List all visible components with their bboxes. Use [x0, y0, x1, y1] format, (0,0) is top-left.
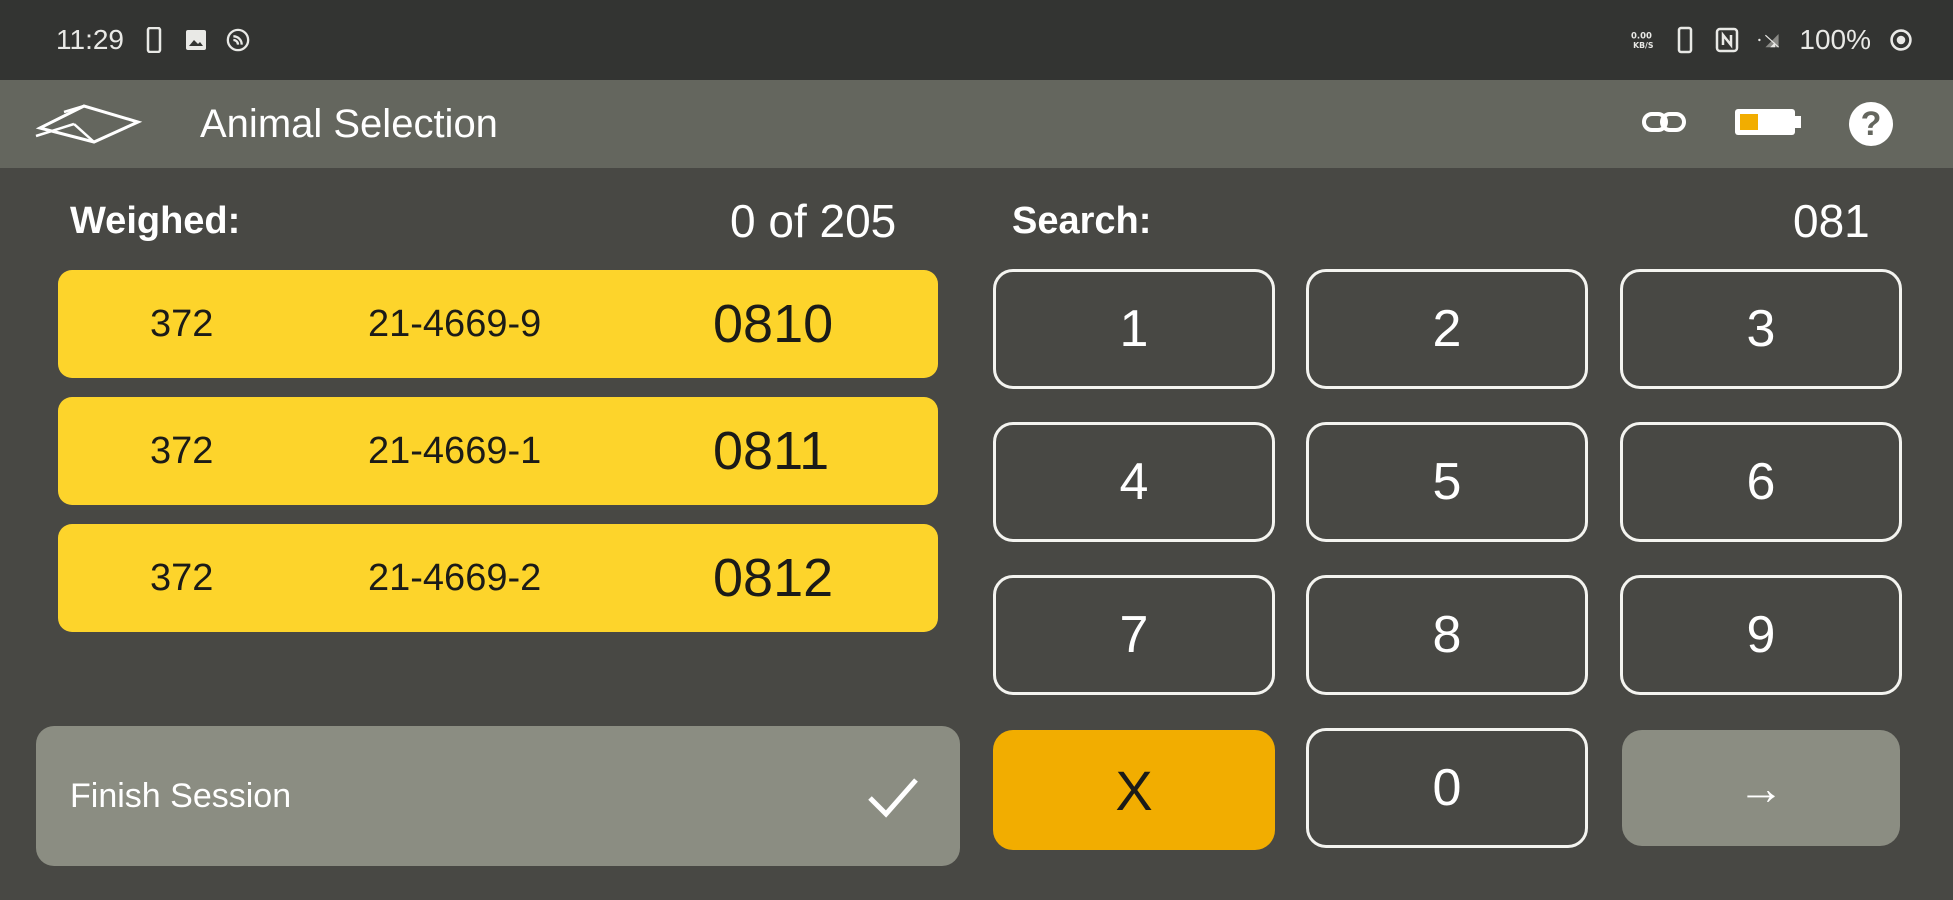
weighed-count: 0 of 205 [730, 195, 897, 247]
status-bar-left: 11:29 [56, 24, 250, 56]
battery-percent: 100% [1799, 24, 1871, 55]
finish-session-label: Finish Session [70, 776, 292, 815]
signal-icon [1757, 26, 1781, 54]
animal-id: 0812 [713, 548, 834, 608]
key-0[interactable]: 0 [1306, 728, 1588, 848]
cast-icon [226, 26, 250, 54]
key-1[interactable]: 1 [993, 269, 1275, 389]
image-icon [184, 26, 208, 54]
finish-session-button[interactable]: Finish Session [36, 726, 960, 866]
status-time: 11:29 [56, 24, 124, 55]
key-2[interactable]: 2 [1306, 269, 1588, 389]
data-speed-icon: 0.00 KB/S [1631, 26, 1655, 54]
animal-tag: 21-4669-9 [368, 302, 542, 345]
animal-group: 372 [150, 429, 214, 472]
svg-text:0.00: 0.00 [1631, 31, 1652, 41]
nfc-icon [1715, 26, 1739, 54]
battery-icon[interactable] [1733, 106, 1803, 143]
key-9[interactable]: 9 [1620, 575, 1902, 695]
animal-group: 372 [150, 556, 214, 599]
key-8[interactable]: 8 [1306, 575, 1588, 695]
app-logo-icon [35, 104, 143, 144]
key-6[interactable]: 6 [1620, 422, 1902, 542]
search-label: Search: [1012, 200, 1152, 242]
animal-tag: 21-4669-1 [368, 429, 542, 472]
animal-id: 0810 [713, 294, 834, 354]
status-bar-right: 0.00 KB/S 100% [1631, 24, 1913, 56]
link-icon[interactable] [1641, 107, 1687, 142]
animal-tag: 21-4669-2 [368, 556, 542, 599]
app-bar: Animal Selection ? [0, 80, 1953, 168]
help-icon[interactable]: ? [1849, 102, 1893, 146]
phone-icon [142, 26, 166, 54]
arrow-right-icon: → [1738, 762, 1784, 814]
animal-id: 0811 [713, 421, 830, 481]
check-icon [868, 778, 918, 818]
key-4[interactable]: 4 [993, 422, 1275, 542]
key-7[interactable]: 7 [993, 575, 1275, 695]
animal-row[interactable]: 372 21-4669-9 0810 [58, 270, 938, 378]
search-value: 081 [1793, 195, 1870, 247]
battery-status-icon [1889, 26, 1913, 54]
key-3[interactable]: 3 [1620, 269, 1902, 389]
vibrate-icon [1673, 26, 1697, 54]
animal-group: 372 [150, 302, 214, 345]
key-5[interactable]: 5 [1306, 422, 1588, 542]
svg-text:KB/S: KB/S [1633, 41, 1654, 50]
status-bar: 11:29 0.00 KB/S 100% [0, 0, 1953, 80]
app-bar-actions: ? [1641, 102, 1893, 146]
page-title: Animal Selection [200, 101, 498, 146]
animal-row[interactable]: 372 21-4669-1 0811 [58, 397, 938, 505]
animal-row[interactable]: 372 21-4669-2 0812 [58, 524, 938, 632]
enter-button[interactable]: → [1622, 730, 1900, 846]
weighed-label: Weighed: [70, 200, 241, 242]
clear-button[interactable]: X [993, 730, 1275, 850]
